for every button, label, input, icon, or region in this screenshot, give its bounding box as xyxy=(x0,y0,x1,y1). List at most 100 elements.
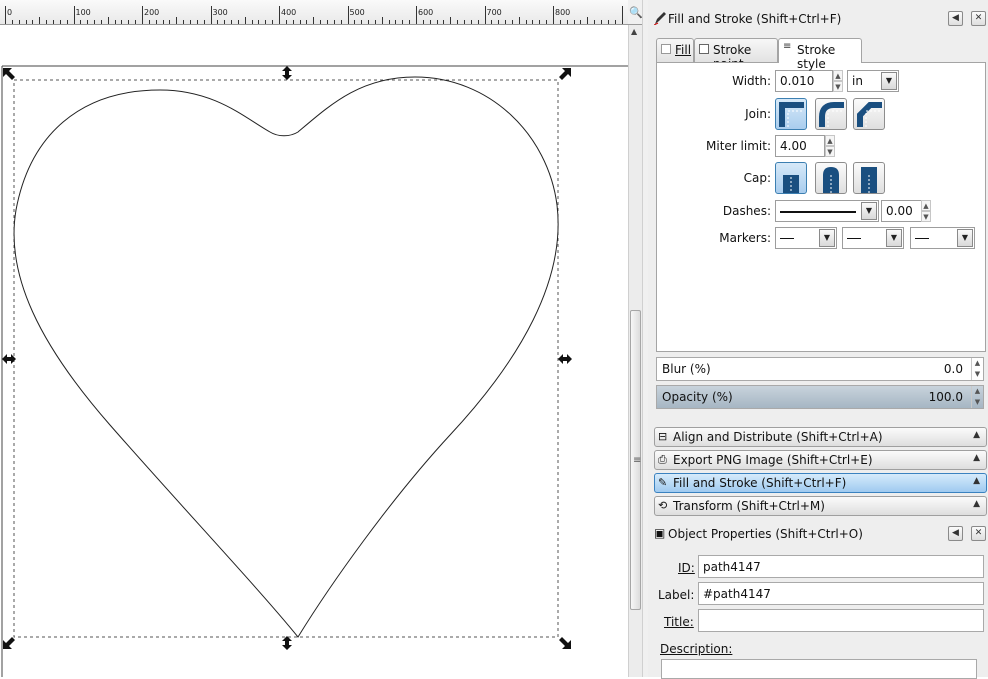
align-icon: ⊟ xyxy=(658,430,668,443)
opacity-spinner[interactable]: ▲ ▼ xyxy=(971,386,983,408)
ruler-label: 700 xyxy=(486,8,502,17)
mid-marker-select[interactable]: ▼ xyxy=(842,227,904,249)
dash-offset-spinner[interactable]: ▲ ▼ xyxy=(921,200,931,222)
miter-limit-label: Miter limit: xyxy=(706,139,771,153)
miter-join-button[interactable] xyxy=(775,98,807,130)
ruler-tick xyxy=(409,20,411,24)
round-cap-icon xyxy=(823,167,839,193)
fill-stroke-icon: ✎ xyxy=(658,476,668,489)
ruler-label: 300 xyxy=(212,8,228,17)
ruler-tick xyxy=(518,17,520,24)
bevel-join-button[interactable] xyxy=(853,98,885,130)
handle-top-center[interactable] xyxy=(282,66,292,80)
splitter-grip-icon[interactable]: ≡ xyxy=(633,455,641,466)
opacity-slider[interactable]: Opacity (%) 100.0 ▲ ▼ xyxy=(656,385,984,409)
ruler-tick xyxy=(505,20,507,24)
ruler-tick xyxy=(25,20,27,24)
ruler-tick xyxy=(114,20,116,24)
dash-offset-input[interactable]: 0.00 xyxy=(881,200,923,222)
vertical-scrollbar[interactable]: ▲ xyxy=(628,25,642,677)
label-input[interactable]: #path4147 xyxy=(698,582,984,605)
panel-transform[interactable]: ⟲ Transform (Shift+Ctrl+M) ▲ xyxy=(654,496,987,516)
ruler-tick xyxy=(5,6,6,24)
miter-limit-spinner[interactable]: ▲ ▼ xyxy=(825,135,835,157)
object-properties-titlebar: ▣ Object Properties (Shift+Ctrl+O) ◀ ✕ xyxy=(652,523,986,545)
title-input[interactable] xyxy=(698,609,984,632)
horizontal-ruler[interactable]: 0 100 200 300 400 500 600 700 800 xyxy=(0,0,628,25)
collapse-arrow-icon[interactable]: ◀ xyxy=(948,526,963,541)
description-label: Description: xyxy=(660,642,733,656)
collapse-arrow-icon[interactable]: ◀ xyxy=(948,11,963,26)
chevron-down-icon[interactable]: ▼ xyxy=(861,202,877,220)
chevron-down-icon[interactable]: ▼ xyxy=(881,72,897,90)
expand-arrow-icon[interactable]: ▲ xyxy=(973,453,980,463)
panel-fill-stroke[interactable]: ✎ Fill and Stroke (Shift+Ctrl+F) ▲ xyxy=(654,473,987,493)
object-properties-icon: ▣ xyxy=(654,526,666,540)
panel-align-distribute[interactable]: ⊟ Align and Distribute (Shift+Ctrl+A) ▲ xyxy=(654,427,987,447)
blur-label: Blur (%) xyxy=(662,362,711,376)
heart-path[interactable] xyxy=(13,76,559,638)
tab-stroke-paint[interactable]: Stroke paint xyxy=(694,38,778,71)
ruler-tick xyxy=(354,20,356,24)
drawing-canvas[interactable] xyxy=(0,25,628,677)
round-join-button[interactable] xyxy=(815,98,847,130)
handle-top-left[interactable] xyxy=(3,68,15,80)
chevron-down-icon[interactable]: ▼ xyxy=(886,229,902,247)
handle-middle-right[interactable] xyxy=(558,354,572,364)
width-spinner[interactable]: ▲ ▼ xyxy=(833,70,843,92)
ruler-tick xyxy=(450,17,452,24)
panel-transform-label: Transform (Shift+Ctrl+M) xyxy=(673,499,825,513)
ruler-tick xyxy=(272,20,274,24)
ruler-tick xyxy=(498,20,500,24)
width-input[interactable]: 0.010 xyxy=(775,70,833,92)
id-input[interactable]: path4147 xyxy=(698,555,984,578)
ruler-tick xyxy=(416,6,417,24)
close-icon[interactable]: ✕ xyxy=(971,11,986,26)
blur-spinner[interactable]: ▲ ▼ xyxy=(971,358,983,380)
butt-cap-button[interactable] xyxy=(775,162,807,194)
stroke-style-icon: ≡ xyxy=(783,41,792,52)
ruler-tick xyxy=(587,17,589,24)
panel-export-png[interactable]: ⎙ Export PNG Image (Shift+Ctrl+E) ▲ xyxy=(654,450,987,470)
unit-value: in xyxy=(852,74,863,88)
tab-stroke-style[interactable]: ≡ Stroke style xyxy=(778,38,862,71)
handle-bottom-right[interactable] xyxy=(559,637,571,649)
zoom-corner[interactable]: 🔍 xyxy=(628,0,643,25)
square-cap-button[interactable] xyxy=(853,162,885,194)
handle-bottom-left[interactable] xyxy=(3,637,15,649)
square-cap-icon xyxy=(861,167,877,193)
handle-bottom-center[interactable] xyxy=(282,636,292,650)
ruler-tick xyxy=(436,20,438,24)
expand-arrow-icon[interactable]: ▲ xyxy=(973,476,980,486)
ruler-tick xyxy=(217,20,219,24)
solid-line-icon xyxy=(780,211,856,213)
stroke-style-page: Width: 0.010 ▲ ▼ in ▼ Join: Miter limit: … xyxy=(656,62,986,352)
ruler-tick xyxy=(600,20,602,24)
scroll-up-icon[interactable]: ▲ xyxy=(631,27,637,36)
miter-limit-input[interactable]: 4.00 xyxy=(775,135,825,157)
ruler-tick xyxy=(422,20,424,24)
blur-slider[interactable]: Blur (%) 0.0 ▲ ▼ xyxy=(656,357,984,381)
canvas-area[interactable]: 0 100 200 300 400 500 600 700 800 🔍 ▲ ≡ xyxy=(0,0,648,677)
unit-select[interactable]: in ▼ xyxy=(847,70,899,92)
zoom-icon[interactable]: 🔍 xyxy=(629,6,643,19)
round-cap-button[interactable] xyxy=(815,162,847,194)
ruler-tick xyxy=(326,20,328,24)
bevel-join-icon xyxy=(857,102,882,127)
chevron-down-icon[interactable]: ▼ xyxy=(819,229,835,247)
expand-arrow-icon[interactable]: ▲ xyxy=(973,430,980,440)
ruler-tick xyxy=(285,20,287,24)
ruler-tick xyxy=(87,20,89,24)
close-icon[interactable]: ✕ xyxy=(971,526,986,541)
id-label: ID: xyxy=(678,561,695,575)
dash-pattern-select[interactable]: ▼ xyxy=(775,200,879,222)
end-marker-select[interactable]: ▼ xyxy=(910,227,975,249)
tab-fill[interactable]: Fill xyxy=(656,38,694,62)
start-marker-select[interactable]: ▼ xyxy=(775,227,837,249)
handle-top-right[interactable] xyxy=(559,68,571,80)
description-textarea[interactable] xyxy=(661,659,977,679)
chevron-down-icon[interactable]: ▼ xyxy=(957,229,973,247)
selection-bounding-box xyxy=(13,79,559,638)
ruler-tick xyxy=(559,20,561,24)
expand-arrow-icon[interactable]: ▲ xyxy=(973,499,980,509)
